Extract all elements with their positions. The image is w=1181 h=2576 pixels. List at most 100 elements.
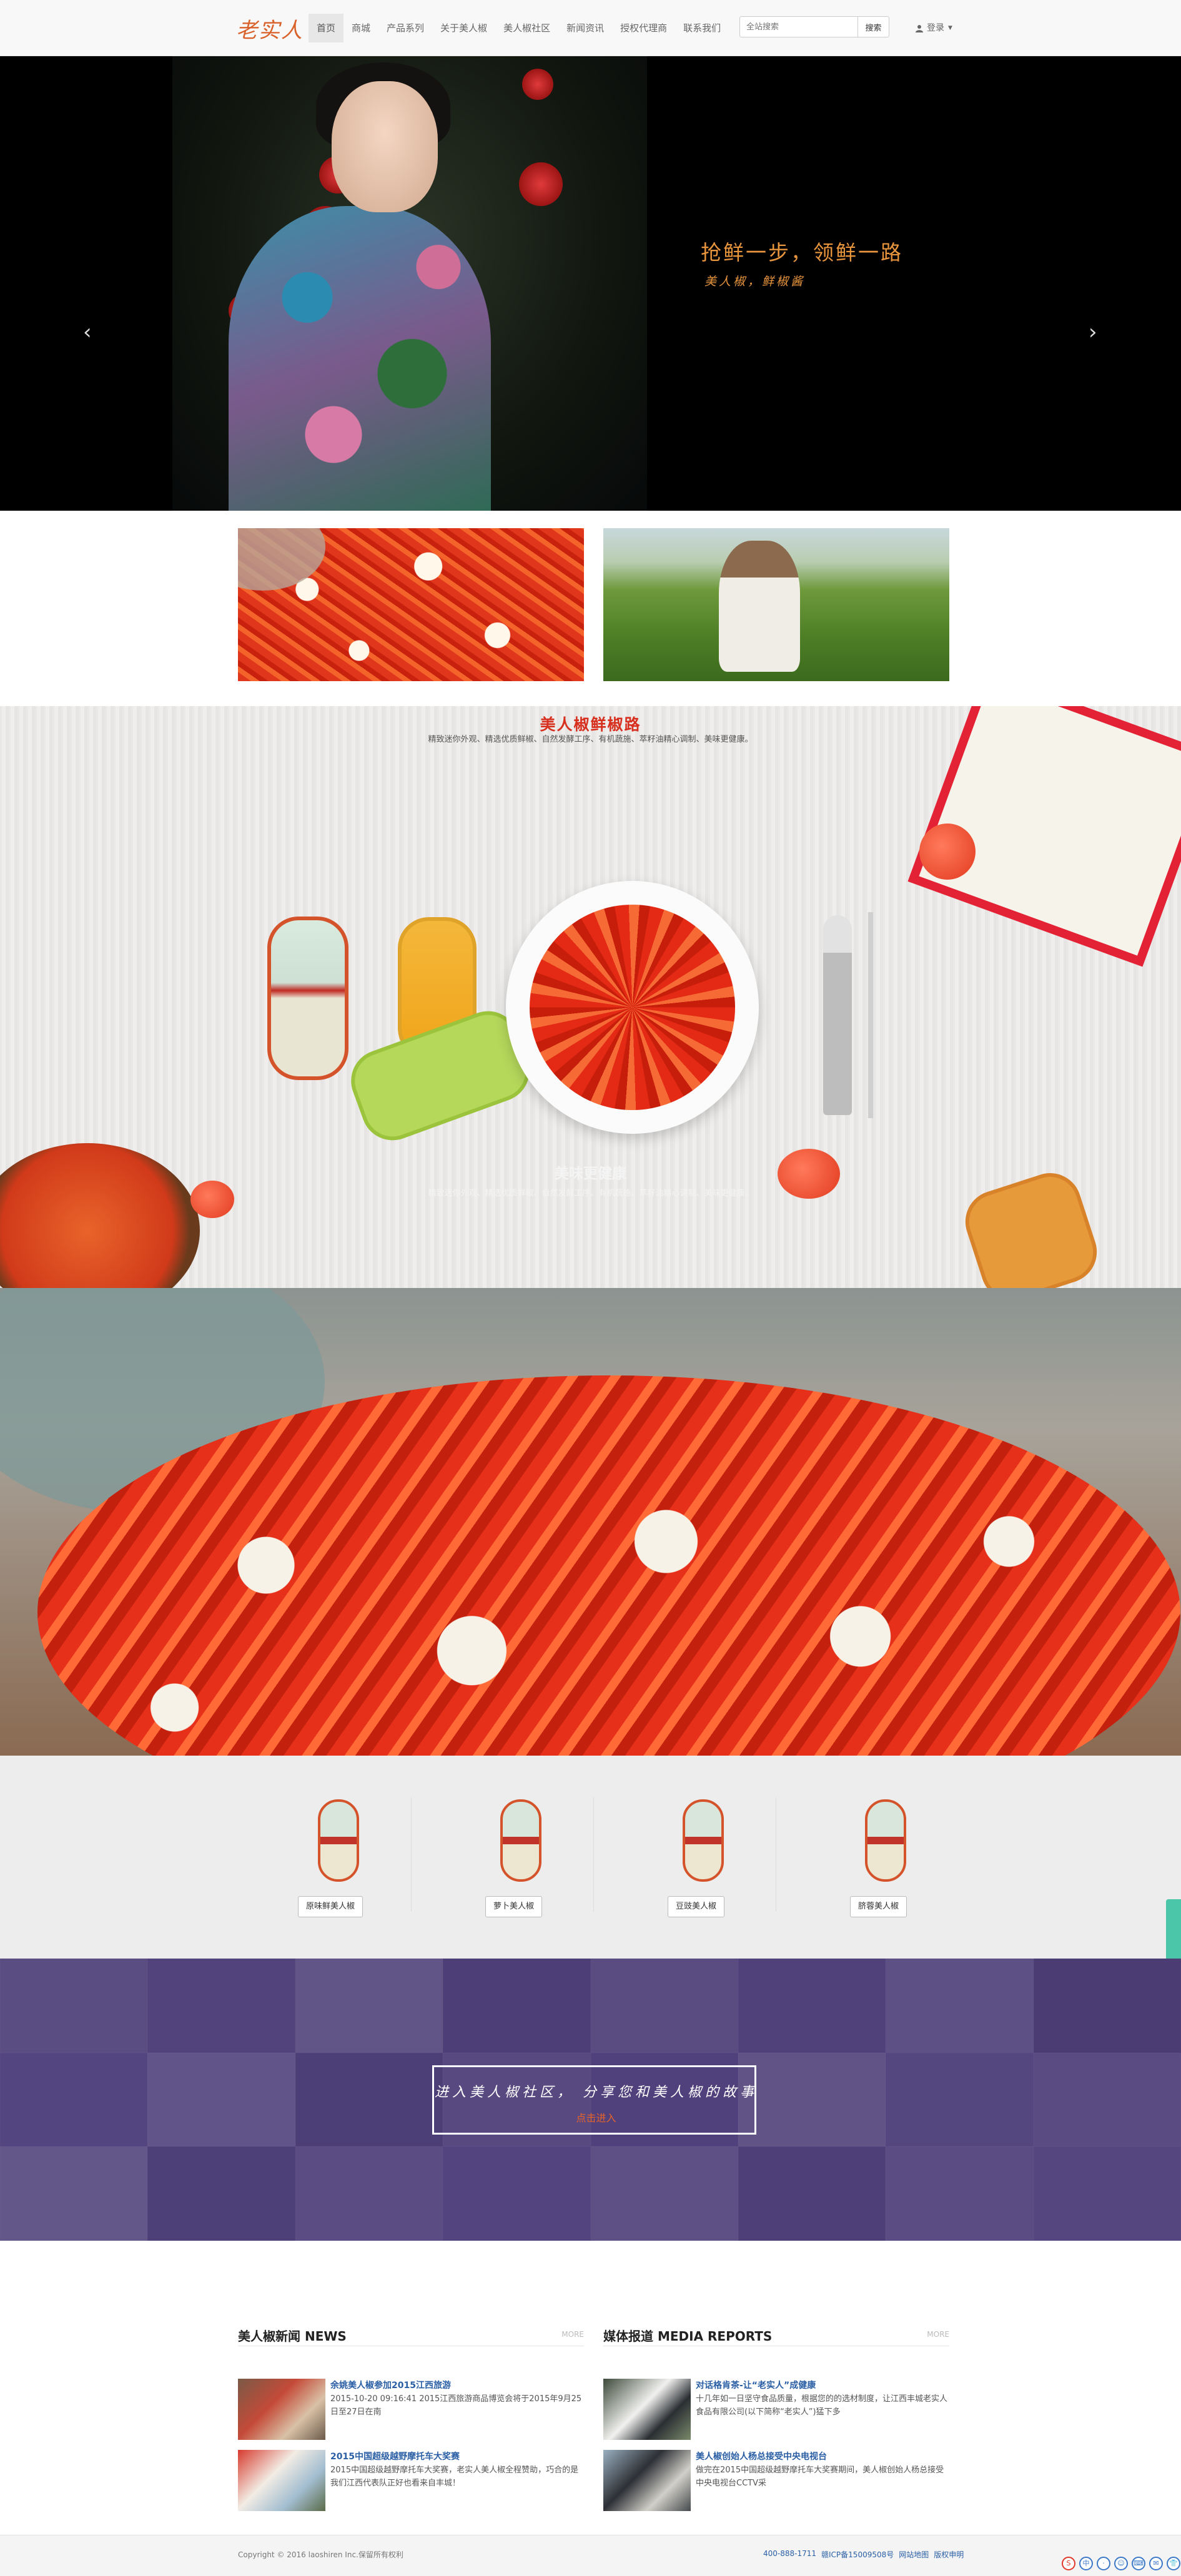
search-form: 搜索 bbox=[739, 16, 889, 37]
pepper-road-section: 美人椒鲜椒路 精致迷你外观、精选优质鲜椒、自然发酵工序、有机蔬施、萃籽油精心调制… bbox=[0, 706, 1181, 1288]
media-header: 媒体报道 MEDIA REPORTS MORE bbox=[603, 2321, 949, 2346]
media-thumbnail[interactable] bbox=[603, 2450, 691, 2511]
community-enter-link[interactable]: 点击进入 bbox=[434, 2110, 758, 2125]
footer-links: 400-888-1711 赣ICP备15009508号 网站地图 版权申明 bbox=[763, 2549, 964, 2560]
media-item[interactable]: 对话格肯茶-让“老实人”成健康 十几年如一日坚守食品质量，根据您的的选材制度，让… bbox=[603, 2379, 949, 2441]
product-button[interactable]: 萝卜美人椒 bbox=[485, 1896, 543, 1917]
pepper-can-orange bbox=[957, 1165, 1105, 1288]
product-divider bbox=[593, 1797, 594, 1912]
hero-model-photo bbox=[172, 56, 647, 511]
news-thumbnail[interactable] bbox=[238, 2379, 325, 2440]
menu-item-community[interactable]: 美人椒社区 bbox=[495, 14, 558, 42]
pepper-bowl-image bbox=[506, 881, 759, 1134]
model-face bbox=[332, 81, 438, 212]
chopsticks-image bbox=[868, 912, 873, 1118]
ime-toolbar: S 中 · ☺ ⌨ ✉ 👕 ⚙ bbox=[1062, 2554, 1181, 2574]
media-item-title[interactable]: 对话格肯茶-让“老实人”成健康 bbox=[696, 2379, 949, 2391]
news-item[interactable]: 余姚美人椒参加2015江西旅游 2015-10-20 09:16:41 2015… bbox=[238, 2379, 584, 2441]
chopped-pepper bbox=[530, 905, 735, 1110]
feature-image-pepper-bowl[interactable] bbox=[238, 528, 584, 681]
farmer-figure bbox=[719, 541, 800, 672]
footer-icp[interactable]: 赣ICP备15009508号 bbox=[821, 2549, 894, 2560]
product-can-image[interactable] bbox=[500, 1799, 541, 1882]
user-icon bbox=[916, 24, 923, 32]
media-item[interactable]: 美人椒创始人杨总接受中央电视台 做完在2015中国超级越野摩托车大奖赛期间，美人… bbox=[603, 2450, 949, 2512]
model-dress bbox=[229, 206, 491, 511]
sogou-ime-icon[interactable]: S bbox=[1062, 2557, 1075, 2570]
news-column: 美人椒新闻 NEWS MORE 余姚美人椒参加2015江西旅游 2015-10-… bbox=[238, 2321, 584, 2511]
product-can-image[interactable] bbox=[865, 1799, 906, 1882]
carousel-next-icon[interactable]: › bbox=[1089, 320, 1097, 345]
login-dropdown[interactable]: 登录 ▼ bbox=[916, 14, 952, 42]
side-feedback-tab[interactable] bbox=[1166, 1899, 1181, 1968]
product-card: 脐蓉美人椒 bbox=[790, 1799, 971, 1924]
news-more-link[interactable]: MORE bbox=[561, 2330, 584, 2339]
news-item-desc: 2015中国超级越野摩托车大奖赛，老实人美人椒全程赞助，巧合的是我们江西代表队正… bbox=[330, 2465, 579, 2488]
product-button[interactable]: 豆豉美人椒 bbox=[668, 1896, 725, 1917]
community-banner: 进入美人椒社区， 分享您和美人椒的故事 点击进入 bbox=[0, 1959, 1181, 2241]
chinese-mode-icon[interactable]: 中 bbox=[1079, 2557, 1093, 2570]
healthy-description: 精致迷你外观、精选优质鲜椒、自然发酵工序、有机蔬施、萃籽油精心调制、美味更健康。 bbox=[428, 1189, 753, 1198]
product-card: 豆豉美人椒 bbox=[608, 1799, 789, 1924]
media-item-desc: 十几年如一日坚守食品质量，根据您的的选材制度，让江西丰城老实人食品有限公司(以下… bbox=[696, 2394, 948, 2417]
footer-sitemap[interactable]: 网站地图 bbox=[899, 2549, 929, 2560]
pepper-closeup-banner bbox=[0, 1288, 1181, 1756]
hero-subtitle: 美人椒，鲜椒酱 bbox=[704, 275, 806, 288]
product-button[interactable]: 脐蓉美人椒 bbox=[850, 1896, 907, 1917]
main-menu: 首页 商城 产品系列 关于美人椒 美人椒社区 新闻资讯 授权代理商 联系我们 bbox=[309, 14, 729, 42]
brand-logo[interactable]: 老实人 bbox=[236, 14, 305, 43]
emoji-icon[interactable]: ☺ bbox=[1114, 2557, 1128, 2570]
keyboard-icon[interactable]: ⌨ bbox=[1132, 2557, 1145, 2570]
news-item[interactable]: 2015中国超级越野摩托车大奖赛 2015中国超级越野摩托车大奖赛，老实人美人椒… bbox=[238, 2450, 584, 2512]
hero-slogan: 抢鲜一步，领鲜一路 bbox=[701, 240, 903, 265]
menu-item-news[interactable]: 新闻资讯 bbox=[558, 14, 612, 42]
search-button[interactable]: 搜索 bbox=[858, 16, 889, 37]
rose-decoration bbox=[519, 162, 563, 206]
menu-item-about[interactable]: 关于美人椒 bbox=[432, 14, 495, 42]
news-item-desc: 2015-10-20 09:16:41 2015江西旅游商品博览会将于2015年… bbox=[330, 2394, 582, 2417]
product-button[interactable]: 原味鲜美人椒 bbox=[298, 1896, 363, 1917]
news-item-title[interactable]: 2015中国超级越野摩托车大奖赛 bbox=[330, 2450, 584, 2462]
product-series: 原味鲜美人椒 萝卜美人椒 豆豉美人椒 脐蓉美人椒 bbox=[0, 1756, 1181, 1959]
search-input[interactable] bbox=[739, 16, 858, 37]
community-slogan: 进入美人椒社区， 分享您和美人椒的故事 bbox=[435, 2085, 758, 2100]
logo-text: 老实人 bbox=[236, 17, 304, 43]
footer-copyright-link[interactable]: 版权申明 bbox=[934, 2549, 964, 2560]
page: 老实人 首页 商城 产品系列 关于美人椒 美人椒社区 新闻资讯 授权代理商 联系… bbox=[0, 0, 1181, 2576]
news-header: 美人椒新闻 NEWS MORE bbox=[238, 2321, 584, 2346]
feature-image-pepper-field[interactable] bbox=[603, 528, 949, 681]
menu-item-contact[interactable]: 联系我们 bbox=[675, 14, 729, 42]
footer-phone[interactable]: 400-888-1711 bbox=[763, 2549, 816, 2560]
skin-icon[interactable]: 👕 bbox=[1167, 2557, 1180, 2570]
top-navbar: 老实人 首页 商城 产品系列 关于美人椒 美人椒社区 新闻资讯 授权代理商 联系… bbox=[0, 0, 1181, 56]
media-thumbnail[interactable] bbox=[603, 2379, 691, 2440]
menu-item-products[interactable]: 产品系列 bbox=[378, 14, 432, 42]
media-item-desc: 做完在2015中国超级越野摩托车大奖赛期间，美人椒创始人杨总接受中央电视台CCT… bbox=[696, 2465, 944, 2488]
tomato-image bbox=[919, 823, 976, 880]
news-title: 美人椒新闻 NEWS bbox=[238, 2329, 347, 2344]
rose-decoration bbox=[522, 69, 553, 100]
mail-icon[interactable]: ✉ bbox=[1149, 2557, 1163, 2570]
news-thumbnail[interactable] bbox=[238, 2450, 325, 2511]
hero-carousel: 抢鲜一步，领鲜一路 美人椒，鲜椒酱 ‹ › bbox=[0, 56, 1181, 511]
product-divider bbox=[411, 1797, 412, 1912]
media-more-link[interactable]: MORE bbox=[927, 2330, 949, 2339]
caret-down-icon: ▼ bbox=[948, 25, 952, 31]
product-card: 原味鲜美人椒 bbox=[243, 1799, 424, 1924]
community-cta-box[interactable]: 进入美人椒社区， 分享您和美人椒的故事 点击进入 bbox=[432, 2065, 756, 2135]
punctuation-icon[interactable]: · bbox=[1097, 2557, 1110, 2570]
product-card: 萝卜美人椒 bbox=[425, 1799, 606, 1924]
menu-item-agents[interactable]: 授权代理商 bbox=[612, 14, 675, 42]
carousel-prev-icon[interactable]: ‹ bbox=[83, 320, 92, 345]
menu-item-mall[interactable]: 商城 bbox=[343, 14, 378, 42]
spoon-image bbox=[823, 915, 852, 1115]
menu-item-home[interactable]: 首页 bbox=[309, 14, 344, 42]
media-item-title[interactable]: 美人椒创始人杨总接受中央电视台 bbox=[696, 2450, 949, 2462]
news-item-title[interactable]: 余姚美人椒参加2015江西旅游 bbox=[330, 2379, 584, 2391]
product-can-image[interactable] bbox=[318, 1799, 359, 1882]
media-title: 媒体报道 MEDIA REPORTS bbox=[603, 2329, 773, 2344]
footer: Copyright © 2016 laoshiren Inc.保留所有权利 40… bbox=[0, 2535, 1181, 2576]
login-label: 登录 bbox=[927, 23, 944, 33]
product-can-image[interactable] bbox=[683, 1799, 724, 1882]
media-column: 媒体报道 MEDIA REPORTS MORE 对话格肯茶-让“老实人”成健康 … bbox=[603, 2321, 949, 2511]
